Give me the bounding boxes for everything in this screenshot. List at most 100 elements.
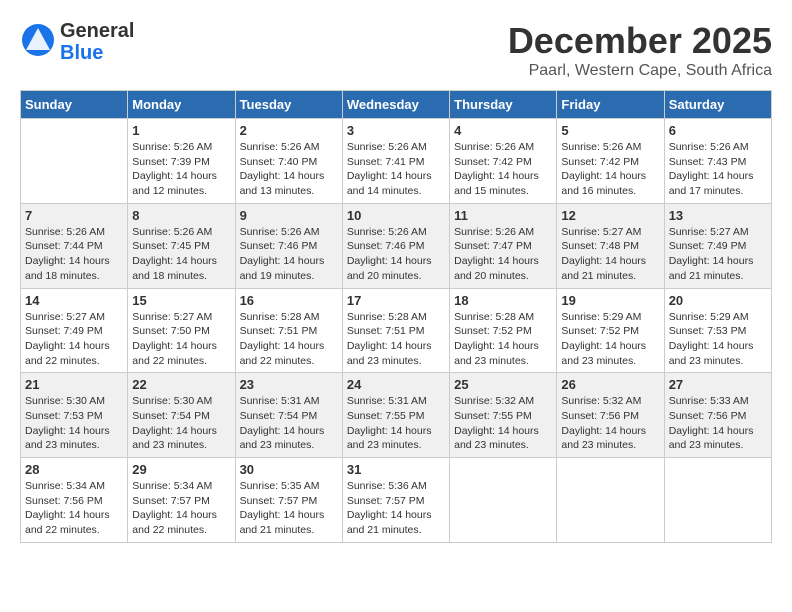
day-number: 27	[669, 377, 767, 392]
day-info: Sunrise: 5:28 AMSunset: 7:51 PMDaylight:…	[240, 310, 338, 369]
calendar-cell: 2Sunrise: 5:26 AMSunset: 7:40 PMDaylight…	[235, 119, 342, 204]
calendar-cell: 14Sunrise: 5:27 AMSunset: 7:49 PMDayligh…	[21, 288, 128, 373]
calendar-cell: 3 Sunrise: 5:26 AMSunset: 7:41 PMDaylight…	[342, 119, 449, 204]
day-number: 17	[347, 293, 445, 308]
day-info: Sunrise: 5:26 AMSunset: 7:42 PMDaylight:…	[454, 140, 552, 199]
calendar-table: SundayMondayTuesdayWednesdayThursdayFrid…	[20, 90, 772, 543]
day-number: 31	[347, 462, 445, 477]
day-info: Sunrise: 5:32 AMSunset: 7:55 PMDaylight:…	[454, 394, 552, 453]
day-info: Sunrise: 5:27 AMSunset: 7:48 PMDaylight:…	[561, 225, 659, 284]
day-info: Sunrise: 5:26 AMSunset: 7:46 PMDaylight:…	[240, 225, 338, 284]
day-info: Sunrise: 5:34 AMSunset: 7:57 PMDaylight:…	[132, 479, 230, 538]
day-number: 6	[669, 123, 767, 138]
day-number: 5	[561, 123, 659, 138]
day-number: 23	[240, 377, 338, 392]
calendar-cell: 17 Sunrise: 5:28 AMSunset: 7:51 PMDayligh…	[342, 288, 449, 373]
calendar-header-saturday: Saturday	[664, 91, 771, 119]
day-number: 12	[561, 208, 659, 223]
calendar-cell: 29 Sunrise: 5:34 AMSunset: 7:57 PMDayligh…	[128, 458, 235, 543]
day-number: 19	[561, 293, 659, 308]
day-info: Sunrise: 5:33 AMSunset: 7:56 PMDaylight:…	[669, 394, 767, 453]
calendar-cell	[664, 458, 771, 543]
calendar-header-sunday: Sunday	[21, 91, 128, 119]
calendar-cell: 7 Sunrise: 5:26 AMSunset: 7:44 PMDaylight…	[21, 203, 128, 288]
calendar-cell: 1Sunrise: 5:26 AMSunset: 7:39 PMDaylight…	[128, 119, 235, 204]
day-number: 20	[669, 293, 767, 308]
calendar-cell: 11 Sunrise: 5:26 AMSunset: 7:47 PMDayligh…	[450, 203, 557, 288]
day-info: Sunrise: 5:29 AMSunset: 7:52 PMDaylight:…	[561, 310, 659, 369]
calendar-cell: 24Sunrise: 5:31 AMSunset: 7:55 PMDayligh…	[342, 373, 449, 458]
day-info: Sunrise: 5:26 AMSunset: 7:46 PMDaylight:…	[347, 225, 445, 284]
calendar-header-thursday: Thursday	[450, 91, 557, 119]
day-number: 4	[454, 123, 552, 138]
day-info: Sunrise: 5:26 AMSunset: 7:40 PMDaylight:…	[240, 140, 338, 199]
calendar-cell: 16 Sunrise: 5:28 AMSunset: 7:51 PMDayligh…	[235, 288, 342, 373]
calendar-cell: 27 Sunrise: 5:33 AMSunset: 7:56 PMDayligh…	[664, 373, 771, 458]
day-number: 3	[347, 123, 445, 138]
calendar-cell: 15Sunrise: 5:27 AMSunset: 7:50 PMDayligh…	[128, 288, 235, 373]
day-number: 1	[132, 123, 230, 138]
day-info: Sunrise: 5:29 AMSunset: 7:53 PMDaylight:…	[669, 310, 767, 369]
calendar-cell: 13 Sunrise: 5:27 AMSunset: 7:49 PMDayligh…	[664, 203, 771, 288]
day-number: 13	[669, 208, 767, 223]
day-info: Sunrise: 5:35 AMSunset: 7:57 PMDaylight:…	[240, 479, 338, 538]
day-number: 7	[25, 208, 123, 223]
day-number: 14	[25, 293, 123, 308]
day-number: 21	[25, 377, 123, 392]
day-info: Sunrise: 5:26 AMSunset: 7:41 PMDaylight:…	[347, 140, 445, 199]
calendar-cell: 26 Sunrise: 5:32 AMSunset: 7:56 PMDayligh…	[557, 373, 664, 458]
calendar-cell: 10 Sunrise: 5:26 AMSunset: 7:46 PMDayligh…	[342, 203, 449, 288]
day-number: 10	[347, 208, 445, 223]
day-info: Sunrise: 5:31 AMSunset: 7:55 PMDaylight:…	[347, 394, 445, 453]
location-subtitle: Paarl, Western Cape, South Africa	[508, 62, 772, 80]
calendar-cell	[450, 458, 557, 543]
day-info: Sunrise: 5:26 AMSunset: 7:44 PMDaylight:…	[25, 225, 123, 284]
calendar-cell: 8 Sunrise: 5:26 AMSunset: 7:45 PMDaylight…	[128, 203, 235, 288]
day-info: Sunrise: 5:27 AMSunset: 7:50 PMDaylight:…	[132, 310, 230, 369]
calendar-cell: 6Sunrise: 5:26 AMSunset: 7:43 PMDaylight…	[664, 119, 771, 204]
calendar-cell: 31 Sunrise: 5:36 AMSunset: 7:57 PMDayligh…	[342, 458, 449, 543]
day-info: Sunrise: 5:30 AMSunset: 7:53 PMDaylight:…	[25, 394, 123, 453]
day-info: Sunrise: 5:36 AMSunset: 7:57 PMDaylight:…	[347, 479, 445, 538]
day-number: 18	[454, 293, 552, 308]
day-info: Sunrise: 5:26 AMSunset: 7:45 PMDaylight:…	[132, 225, 230, 284]
calendar-cell: 12 Sunrise: 5:27 AMSunset: 7:48 PMDayligh…	[557, 203, 664, 288]
day-number: 30	[240, 462, 338, 477]
day-number: 11	[454, 208, 552, 223]
calendar-header-wednesday: Wednesday	[342, 91, 449, 119]
day-info: Sunrise: 5:26 AMSunset: 7:47 PMDaylight:…	[454, 225, 552, 284]
calendar-cell: 23 Sunrise: 5:31 AMSunset: 7:54 PMDayligh…	[235, 373, 342, 458]
calendar-cell: 19 Sunrise: 5:29 AMSunset: 7:52 PMDayligh…	[557, 288, 664, 373]
day-info: Sunrise: 5:28 AMSunset: 7:52 PMDaylight:…	[454, 310, 552, 369]
month-title: December 2025	[508, 20, 772, 62]
calendar-header-friday: Friday	[557, 91, 664, 119]
calendar-cell: 22 Sunrise: 5:30 AMSunset: 7:54 PMDayligh…	[128, 373, 235, 458]
calendar-cell: 28 Sunrise: 5:34 AMSunset: 7:56 PMDayligh…	[21, 458, 128, 543]
calendar-cell: 20 Sunrise: 5:29 AMSunset: 7:53 PMDayligh…	[664, 288, 771, 373]
calendar-cell	[557, 458, 664, 543]
day-number: 8	[132, 208, 230, 223]
day-number: 26	[561, 377, 659, 392]
logo-blue: Blue	[60, 42, 134, 64]
logo-general: General	[60, 20, 134, 42]
day-number: 9	[240, 208, 338, 223]
calendar-header-tuesday: Tuesday	[235, 91, 342, 119]
day-number: 16	[240, 293, 338, 308]
day-info: Sunrise: 5:34 AMSunset: 7:56 PMDaylight:…	[25, 479, 123, 538]
day-number: 29	[132, 462, 230, 477]
day-number: 25	[454, 377, 552, 392]
day-info: Sunrise: 5:31 AMSunset: 7:54 PMDaylight:…	[240, 394, 338, 453]
day-number: 28	[25, 462, 123, 477]
calendar-cell: 9 Sunrise: 5:26 AMSunset: 7:46 PMDaylight…	[235, 203, 342, 288]
day-info: Sunrise: 5:28 AMSunset: 7:51 PMDaylight:…	[347, 310, 445, 369]
general-blue-logo-icon	[20, 22, 56, 58]
day-info: Sunrise: 5:27 AMSunset: 7:49 PMDaylight:…	[669, 225, 767, 284]
day-info: Sunrise: 5:26 AMSunset: 7:42 PMDaylight:…	[561, 140, 659, 199]
day-number: 22	[132, 377, 230, 392]
day-info: Sunrise: 5:32 AMSunset: 7:56 PMDaylight:…	[561, 394, 659, 453]
calendar-cell: 30 Sunrise: 5:35 AMSunset: 7:57 PMDayligh…	[235, 458, 342, 543]
day-info: Sunrise: 5:30 AMSunset: 7:54 PMDaylight:…	[132, 394, 230, 453]
calendar-cell: 18 Sunrise: 5:28 AMSunset: 7:52 PMDayligh…	[450, 288, 557, 373]
calendar-cell	[21, 119, 128, 204]
calendar-cell: 5 Sunrise: 5:26 AMSunset: 7:42 PMDaylight…	[557, 119, 664, 204]
